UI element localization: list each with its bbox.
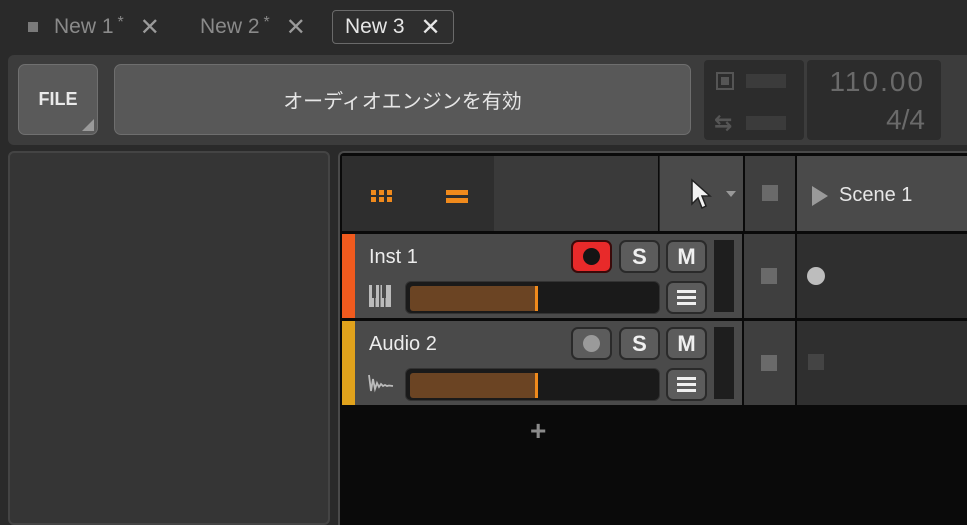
stop-icon — [761, 355, 777, 371]
scene-label: Scene 1 — [839, 184, 913, 206]
stop-all-column[interactable] — [745, 156, 795, 231]
close-icon[interactable]: ✕ — [286, 13, 306, 42]
clip-slot[interactable] — [797, 234, 967, 318]
tab-label: New 3 — [345, 15, 405, 38]
solo-button[interactable]: S — [619, 240, 660, 273]
track-header-space — [494, 156, 658, 231]
cpu-meter-bar — [746, 74, 786, 88]
mute-button[interactable]: M — [666, 327, 707, 360]
level-meter — [714, 240, 734, 312]
file-label: FILE — [38, 89, 78, 109]
clip-launcher-grid-icon[interactable] — [371, 190, 393, 202]
io-transfer-icon: ⇆ — [714, 110, 733, 135]
empty-slot-icon — [808, 354, 824, 370]
track-color-strip — [342, 234, 355, 318]
track-menu-button[interactable] — [666, 368, 707, 401]
close-icon[interactable]: ✕ — [421, 13, 441, 42]
modified-marker: * — [117, 14, 124, 31]
stop-icon — [762, 185, 778, 201]
tab-new-1[interactable]: New 1 * ✕ — [28, 10, 160, 44]
mute-button[interactable]: M — [666, 240, 707, 273]
browser-panel — [8, 151, 330, 525]
record-icon — [583, 248, 600, 265]
time-signature-display[interactable]: 4/4 — [886, 104, 925, 136]
arranger-panel: Scene 1 Inst 1 S M Audio 2 S M + — [338, 151, 967, 525]
track-stop-cell[interactable] — [744, 234, 795, 318]
project-tab-bar: New 1 * ✕ New 2 * ✕ New 3 ✕ — [0, 0, 967, 52]
scene-header[interactable]: Scene 1 — [797, 156, 967, 231]
track-color-strip — [342, 321, 355, 405]
stop-icon — [761, 268, 777, 284]
volume-slider[interactable] — [405, 281, 660, 314]
solo-button[interactable]: S — [619, 327, 660, 360]
modified-marker: * — [263, 14, 270, 31]
activate-audio-engine-button[interactable]: オーディオエンジンを有効 — [114, 64, 691, 135]
instrument-track-icon — [369, 285, 391, 307]
pointer-tool-selector[interactable] — [659, 156, 743, 231]
record-icon — [583, 335, 600, 352]
corner-triangle-icon — [82, 119, 94, 131]
close-icon[interactable]: ✕ — [140, 13, 160, 42]
record-arm-button[interactable] — [571, 240, 612, 273]
pointer-tool-icon — [691, 178, 712, 210]
chevron-down-icon — [726, 191, 736, 197]
volume-fill — [410, 286, 538, 311]
track-name[interactable]: Audio 2 — [369, 333, 437, 356]
scene-play-icon[interactable] — [812, 186, 828, 206]
header-bar: FILE オーディオエンジンを有効 ⇆ 110.00 4/4 — [8, 55, 967, 145]
tab-label: New 2 — [200, 15, 260, 38]
view-switcher — [342, 156, 494, 231]
track-row[interactable]: Inst 1 S M — [342, 234, 742, 318]
level-meter — [714, 327, 734, 399]
engine-label: オーディオエンジンを有効 — [283, 91, 522, 113]
clip-record-slot-icon — [807, 267, 825, 285]
clip-slot[interactable] — [797, 321, 967, 405]
tempo-display[interactable]: 110.00 — [829, 66, 925, 98]
transport-display: 110.00 4/4 — [807, 60, 941, 140]
volume-handle[interactable] — [535, 373, 538, 398]
tab-indicator-icon — [28, 22, 38, 32]
tab-label: New 1 — [54, 15, 114, 38]
audio-track-icon — [368, 374, 394, 393]
track-name[interactable]: Inst 1 — [369, 246, 418, 269]
performance-meters: ⇆ — [704, 60, 804, 140]
add-track-button[interactable]: + — [530, 415, 546, 447]
volume-handle[interactable] — [535, 286, 538, 311]
file-menu-button[interactable]: FILE — [18, 64, 98, 135]
cpu-meter-icon — [716, 72, 734, 90]
volume-slider[interactable] — [405, 368, 660, 401]
track-menu-button[interactable] — [666, 281, 707, 314]
tab-new-2[interactable]: New 2 * ✕ — [200, 10, 306, 44]
track-row[interactable]: Audio 2 S M — [342, 321, 742, 405]
arranger-list-icon[interactable] — [446, 190, 468, 204]
track-stop-cell[interactable] — [744, 321, 795, 405]
volume-fill — [410, 373, 538, 398]
tab-new-3[interactable]: New 3 ✕ — [332, 10, 454, 44]
record-arm-button[interactable] — [571, 327, 612, 360]
io-meter-bar — [746, 116, 786, 130]
daw-window: New 1 * ✕ New 2 * ✕ New 3 ✕ FILE オーディオエン… — [0, 0, 967, 525]
